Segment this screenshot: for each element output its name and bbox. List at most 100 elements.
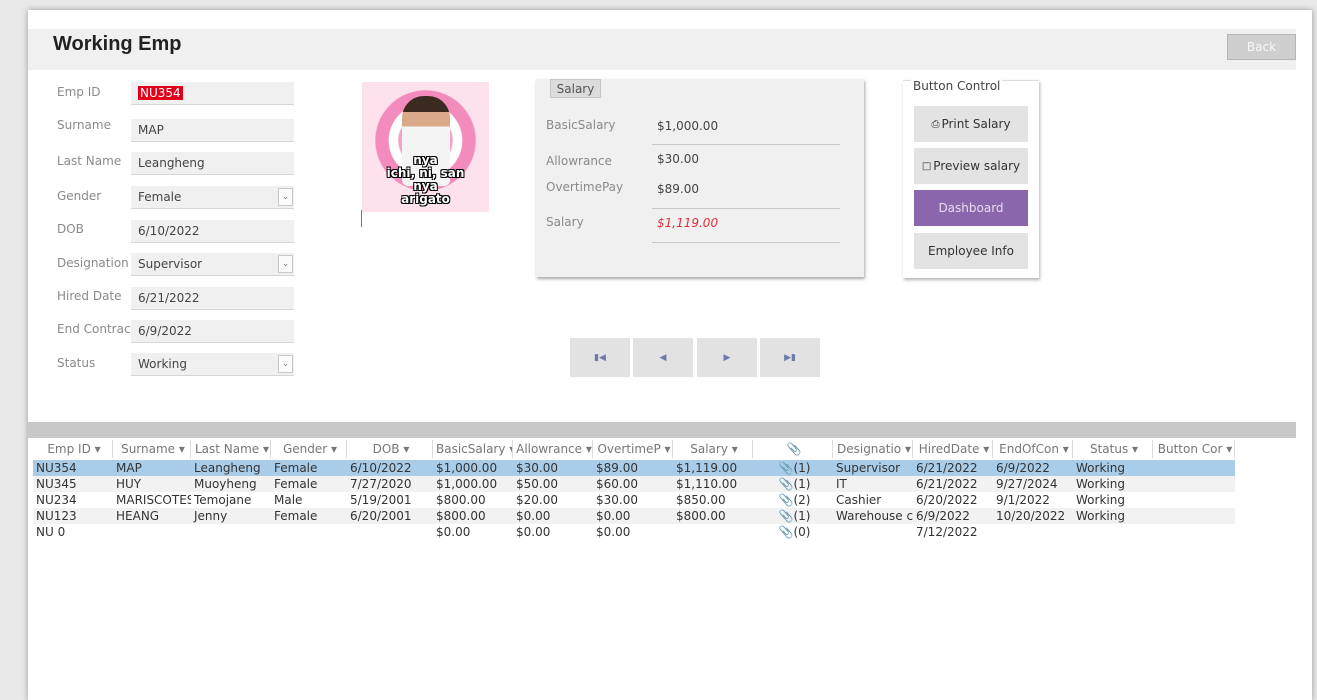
next-record-button[interactable]: ▶ (697, 338, 757, 377)
cell-allowance[interactable]: $50.00 (513, 476, 593, 492)
cell-status[interactable]: Working (1073, 492, 1153, 508)
cell-surname[interactable]: HUY (113, 476, 191, 492)
cell-surname[interactable]: MAP (113, 460, 191, 476)
cell-allowance[interactable]: $30.00 (513, 460, 593, 476)
cell-status[interactable]: Working (1073, 476, 1153, 492)
cell-end-contract[interactable] (993, 524, 1073, 540)
cell-gender[interactable]: Female (271, 460, 347, 476)
cell-button-control[interactable] (1153, 460, 1235, 476)
cell-emp-id[interactable]: NU345 (33, 476, 113, 492)
emp-id-field[interactable]: NU354 (131, 82, 294, 105)
cell-dob[interactable]: 6/20/2001 (347, 508, 433, 524)
cell-dob[interactable] (347, 524, 433, 540)
cell-surname[interactable]: MARISCOTES (113, 492, 191, 508)
column-header-emp-id[interactable]: Emp ID ▾ (33, 440, 113, 458)
cell-attachment[interactable]: 📎(1) (753, 460, 833, 476)
column-header-last-name[interactable]: Last Name ▾ (191, 440, 271, 458)
cell-status[interactable] (1073, 524, 1153, 540)
cell-gender[interactable]: Male (271, 492, 347, 508)
cell-hired-date[interactable]: 6/20/2022 (913, 492, 993, 508)
cell-end-contract[interactable]: 9/1/2022 (993, 492, 1073, 508)
cell-designation[interactable]: Warehouse c (833, 508, 913, 524)
column-header-salary[interactable]: Salary ▾ (673, 440, 753, 458)
lastname-field[interactable]: Leangheng (131, 152, 294, 175)
table-row[interactable]: NU123 HEANG Jenny Female 6/20/2001 $800.00 $0.… (33, 508, 1235, 524)
cell-hired-date[interactable]: 6/21/2022 (913, 460, 993, 476)
print-salary-button[interactable]: ⎙ Print Salary (914, 106, 1028, 142)
chevron-down-icon[interactable]: ⌄ (278, 188, 293, 206)
cell-gender[interactable]: Female (271, 508, 347, 524)
paperclip-icon[interactable]: 📎 (753, 440, 833, 458)
table-row[interactable]: NU354 MAP Leangheng Female 6/10/2022 $1,000.0… (33, 460, 1235, 476)
cell-designation[interactable] (833, 524, 913, 540)
cell-button-control[interactable] (1153, 508, 1235, 524)
cell-designation[interactable]: IT (833, 476, 913, 492)
cell-hired-date[interactable]: 6/21/2022 (913, 476, 993, 492)
cell-emp-id[interactable]: NU123 (33, 508, 113, 524)
status-select[interactable]: Working ⌄ (131, 353, 294, 376)
previous-record-button[interactable]: ◀ (633, 338, 693, 377)
cell-surname[interactable] (113, 524, 191, 540)
salary-tab[interactable]: Salary (550, 79, 601, 98)
cell-allowance[interactable]: $20.00 (513, 492, 593, 508)
cell-salary[interactable] (673, 524, 753, 540)
hired-date-field[interactable]: 6/21/2022 (131, 287, 294, 310)
cell-emp-id[interactable]: NU234 (33, 492, 113, 508)
column-header-end-contract[interactable]: EndOfCon ▾ (993, 440, 1073, 458)
cell-attachment[interactable]: 📎(2) (753, 492, 833, 508)
cell-dob[interactable]: 6/10/2022 (347, 460, 433, 476)
table-row[interactable]: NU345 HUY Muoyheng Female 7/27/2020 $1,000.00… (33, 476, 1235, 492)
cell-salary[interactable]: $800.00 (673, 508, 753, 524)
surname-field[interactable]: MAP (131, 119, 294, 142)
table-row[interactable]: NU 0 $0.00 $0.00 $0.00 📎(0) 7/12/2022 (33, 524, 1235, 540)
end-contract-field[interactable]: 6/9/2022 (131, 320, 294, 343)
cell-last-name[interactable]: Jenny (191, 508, 271, 524)
cell-hired-date[interactable]: 6/9/2022 (913, 508, 993, 524)
cell-overtime[interactable]: $30.00 (593, 492, 673, 508)
cell-gender[interactable] (271, 524, 347, 540)
cell-overtime[interactable]: $60.00 (593, 476, 673, 492)
employee-info-button[interactable]: Employee Info (914, 233, 1028, 269)
cell-overtime[interactable]: $89.00 (593, 460, 673, 476)
cell-end-contract[interactable]: 9/27/2024 (993, 476, 1073, 492)
column-header-hired-date[interactable]: HiredDate ▾ (913, 440, 993, 458)
cell-button-control[interactable] (1153, 524, 1235, 540)
last-record-button[interactable]: ▶▮ (760, 338, 820, 377)
dob-field[interactable]: 6/10/2022 (131, 220, 294, 243)
column-header-dob[interactable]: DOB ▾ (347, 440, 433, 458)
table-row[interactable]: NU234 MARISCOTES Temojane Male 5/19/2001 $800… (33, 492, 1235, 508)
cell-last-name[interactable] (191, 524, 271, 540)
designation-select[interactable]: Supervisor ⌄ (131, 253, 294, 276)
cell-dob[interactable]: 5/19/2001 (347, 492, 433, 508)
cell-basic-salary[interactable]: $800.00 (433, 492, 513, 508)
cell-designation[interactable]: Cashier (833, 492, 913, 508)
column-header-status[interactable]: Status ▾ (1073, 440, 1153, 458)
column-header-gender[interactable]: Gender ▾ (271, 440, 347, 458)
cell-gender[interactable]: Female (271, 476, 347, 492)
first-record-button[interactable]: ▮◀ (570, 338, 630, 377)
cell-status[interactable]: Working (1073, 460, 1153, 476)
cell-last-name[interactable]: Leangheng (191, 460, 271, 476)
cell-end-contract[interactable]: 10/20/2022 (993, 508, 1073, 524)
cell-last-name[interactable]: Muoyheng (191, 476, 271, 492)
cell-allowance[interactable]: $0.00 (513, 508, 593, 524)
cell-salary[interactable]: $1,110.00 (673, 476, 753, 492)
cell-attachment[interactable]: 📎(0) (753, 524, 833, 540)
cell-basic-salary[interactable]: $800.00 (433, 508, 513, 524)
cell-hired-date[interactable]: 7/12/2022 (913, 524, 993, 540)
cell-basic-salary[interactable]: $1,000.00 (433, 460, 513, 476)
cell-attachment[interactable]: 📎(1) (753, 476, 833, 492)
cell-last-name[interactable]: Temojane (191, 492, 271, 508)
cell-button-control[interactable] (1153, 492, 1235, 508)
cell-basic-salary[interactable]: $1,000.00 (433, 476, 513, 492)
cell-allowance[interactable]: $0.00 (513, 524, 593, 540)
cell-emp-id[interactable]: NU 0 (33, 524, 113, 540)
column-header-overtime[interactable]: OvertimeP ▾ (593, 440, 673, 458)
cell-overtime[interactable]: $0.00 (593, 508, 673, 524)
gender-select[interactable]: Female ⌄ (131, 186, 294, 209)
back-button[interactable]: Back (1227, 34, 1296, 60)
preview-salary-button[interactable]: □ Preview salary (914, 148, 1028, 184)
column-header-surname[interactable]: Surname ▾ (113, 440, 191, 458)
cell-button-control[interactable] (1153, 476, 1235, 492)
cell-salary[interactable]: $850.00 (673, 492, 753, 508)
